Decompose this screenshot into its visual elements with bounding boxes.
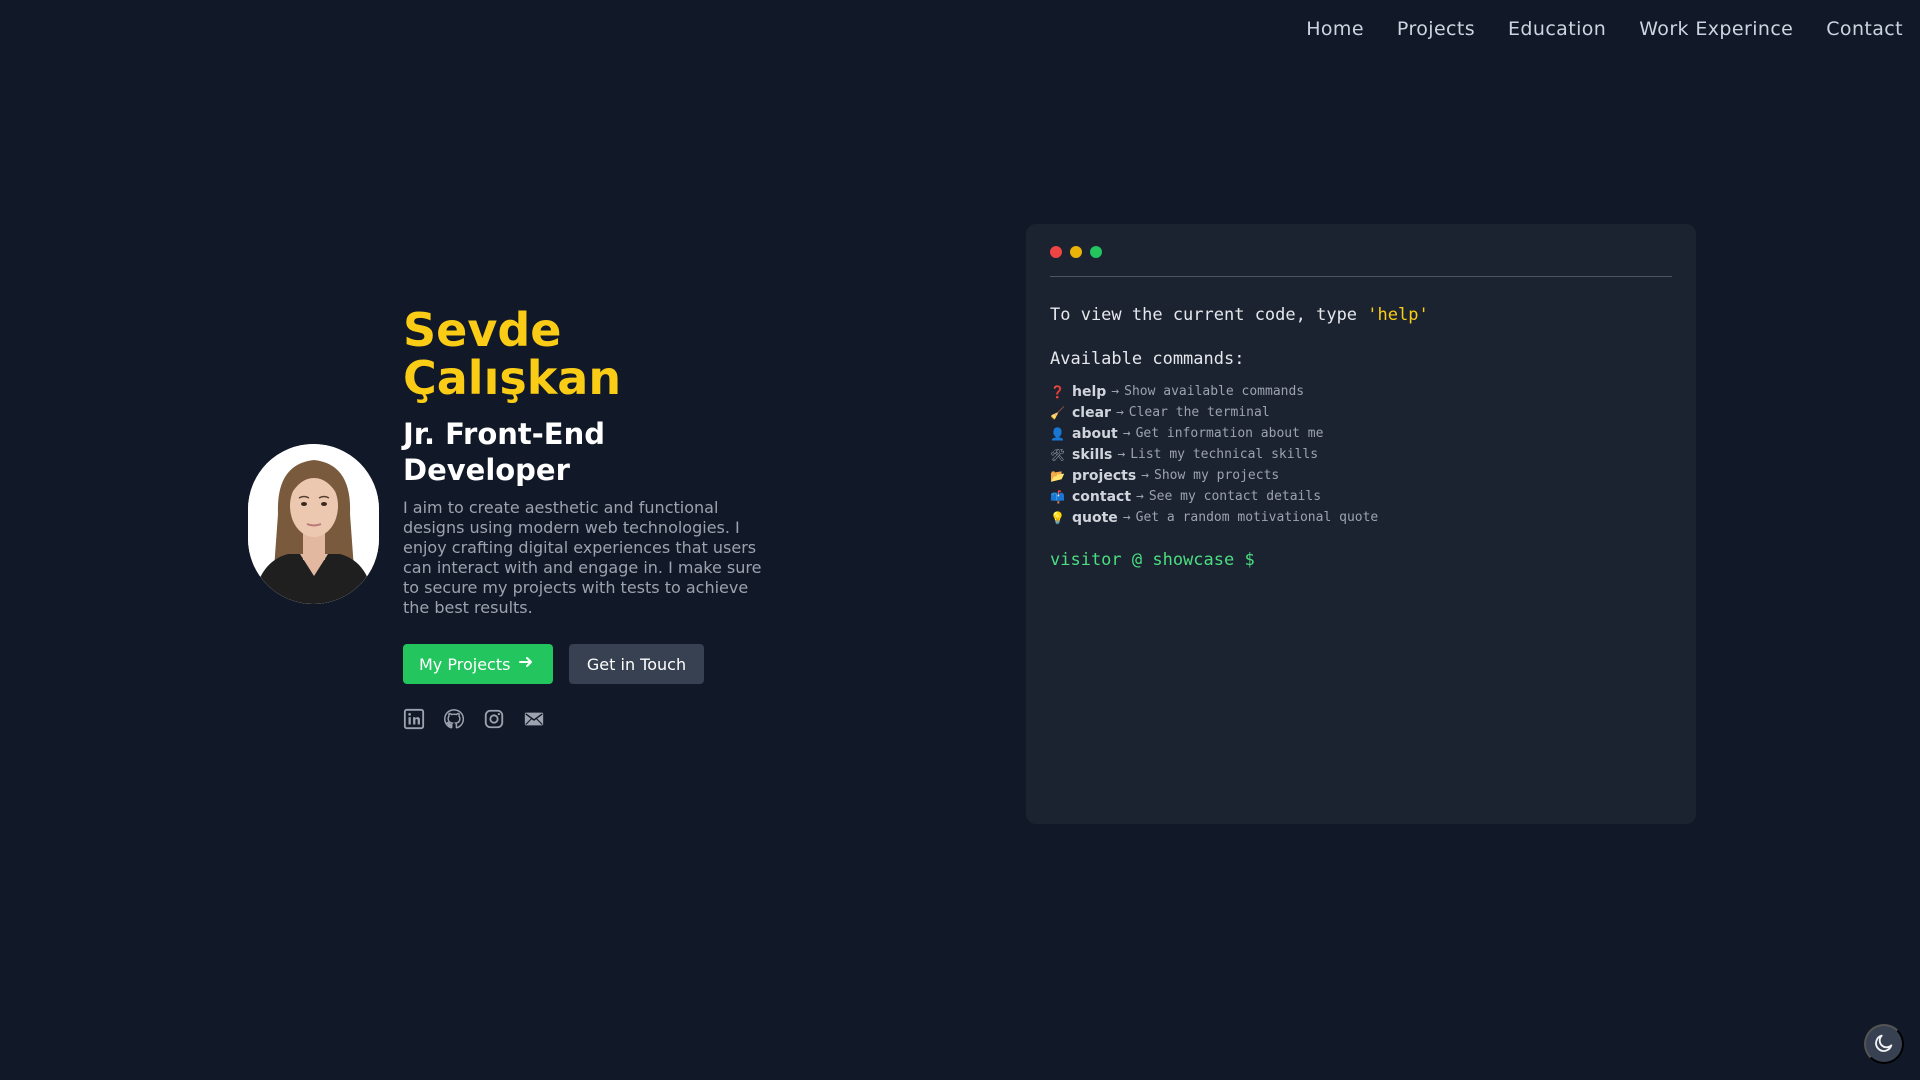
list-item: ❓ help → Show available commands [1050,381,1672,402]
nav-home[interactable]: Home [1306,18,1364,40]
list-item: 💡 quote → Get a random motivational quot… [1050,507,1672,528]
arrow-icon: → [1115,405,1124,420]
nav-work-experience[interactable]: Work Experince [1639,18,1793,40]
command-desc: Clear the terminal [1128,405,1270,420]
terminal-divider [1050,276,1672,277]
profile-role: Jr. Front-End Developer [403,417,606,487]
my-projects-label: My Projects [419,654,511,674]
commands-title: Available commands: [1050,349,1245,369]
list-item: 📂 projects → Show my projects [1050,465,1672,486]
maximize-dot [1090,246,1102,258]
lightbulb-icon: 💡 [1050,510,1065,525]
command-name: projects [1072,467,1137,484]
command-desc: Get information about me [1135,426,1324,441]
arrow-icon: → [1136,489,1144,504]
list-item: 🛠 skills → List my technical skills [1050,444,1672,465]
profile-bio: I aim to create aesthetic and functional… [403,498,762,617]
terminal-window[interactable]: To view the current code, type 'help' Av… [1026,224,1696,824]
arrow-icon: → [1117,447,1126,462]
command-name: skills [1072,446,1113,463]
portrait-image [248,444,379,604]
my-projects-button[interactable]: My Projects [403,644,553,684]
instagram-icon[interactable] [483,708,505,730]
command-name: about [1072,425,1118,442]
command-desc: See my contact details [1148,489,1322,504]
minimize-dot [1070,246,1082,258]
avatar [248,444,379,604]
arrow-icon: → [1111,384,1120,399]
window-controls [1050,246,1672,258]
hero-buttons: My Projects Get in Touch [403,644,773,684]
arrow-right-icon [518,654,534,674]
command-name: quote [1072,509,1118,526]
mail-icon[interactable] [523,708,545,730]
command-desc: Show my projects [1154,468,1280,483]
command-name: help [1072,383,1107,400]
broom-icon: 🧹 [1050,405,1065,420]
moon-icon [1873,1032,1895,1057]
social-links [403,708,773,730]
command-desc: List my technical skills [1130,447,1319,462]
user-icon: 👤 [1050,426,1065,441]
hero-section: Sevde Çalışkan Jr. Front-End Developer I… [403,306,773,730]
list-item: 📫 contact → See my contact details [1050,486,1672,507]
command-desc: Get a random motivational quote [1135,510,1379,525]
github-icon[interactable] [443,708,465,730]
tools-icon: 🛠 [1050,447,1066,462]
get-in-touch-button[interactable]: Get in Touch [569,644,704,684]
question-icon: ❓ [1050,384,1065,399]
folder-icon: 📂 [1050,468,1065,483]
get-in-touch-label: Get in Touch [586,654,687,674]
nav-projects[interactable]: Projects [1397,18,1475,40]
arrow-icon: → [1122,426,1131,441]
command-list: ❓ help → Show available commands 🧹 clear… [1050,381,1672,528]
list-item: 👤 about → Get information about me [1050,423,1672,444]
linkedin-icon[interactable] [403,708,425,730]
close-dot [1050,246,1062,258]
nav-education[interactable]: Education [1508,18,1606,40]
terminal-intro-highlight: 'help' [1367,305,1429,325]
command-desc: Show available commands [1124,384,1305,399]
terminal-intro: To view the current code, type 'help' [1050,305,1672,325]
theme-toggle-button[interactable] [1864,1024,1904,1064]
command-name: contact [1072,488,1132,505]
mailbox-icon: 📫 [1050,489,1065,504]
profile-name: Sevde Çalışkan [403,303,622,405]
list-item: 🧹 clear → Clear the terminal [1050,402,1672,423]
portfolio-page: Home Projects Education Work Experince C… [0,0,1920,1080]
terminal-intro-text: To view the current code, type [1050,305,1368,325]
arrow-icon: → [1141,468,1149,483]
terminal-prompt[interactable]: visitor @ showcase $ [1050,550,1672,570]
arrow-icon: → [1122,510,1131,525]
nav-contact[interactable]: Contact [1826,18,1903,40]
top-nav: Home Projects Education Work Experince C… [1306,18,1903,40]
command-name: clear [1072,404,1111,421]
